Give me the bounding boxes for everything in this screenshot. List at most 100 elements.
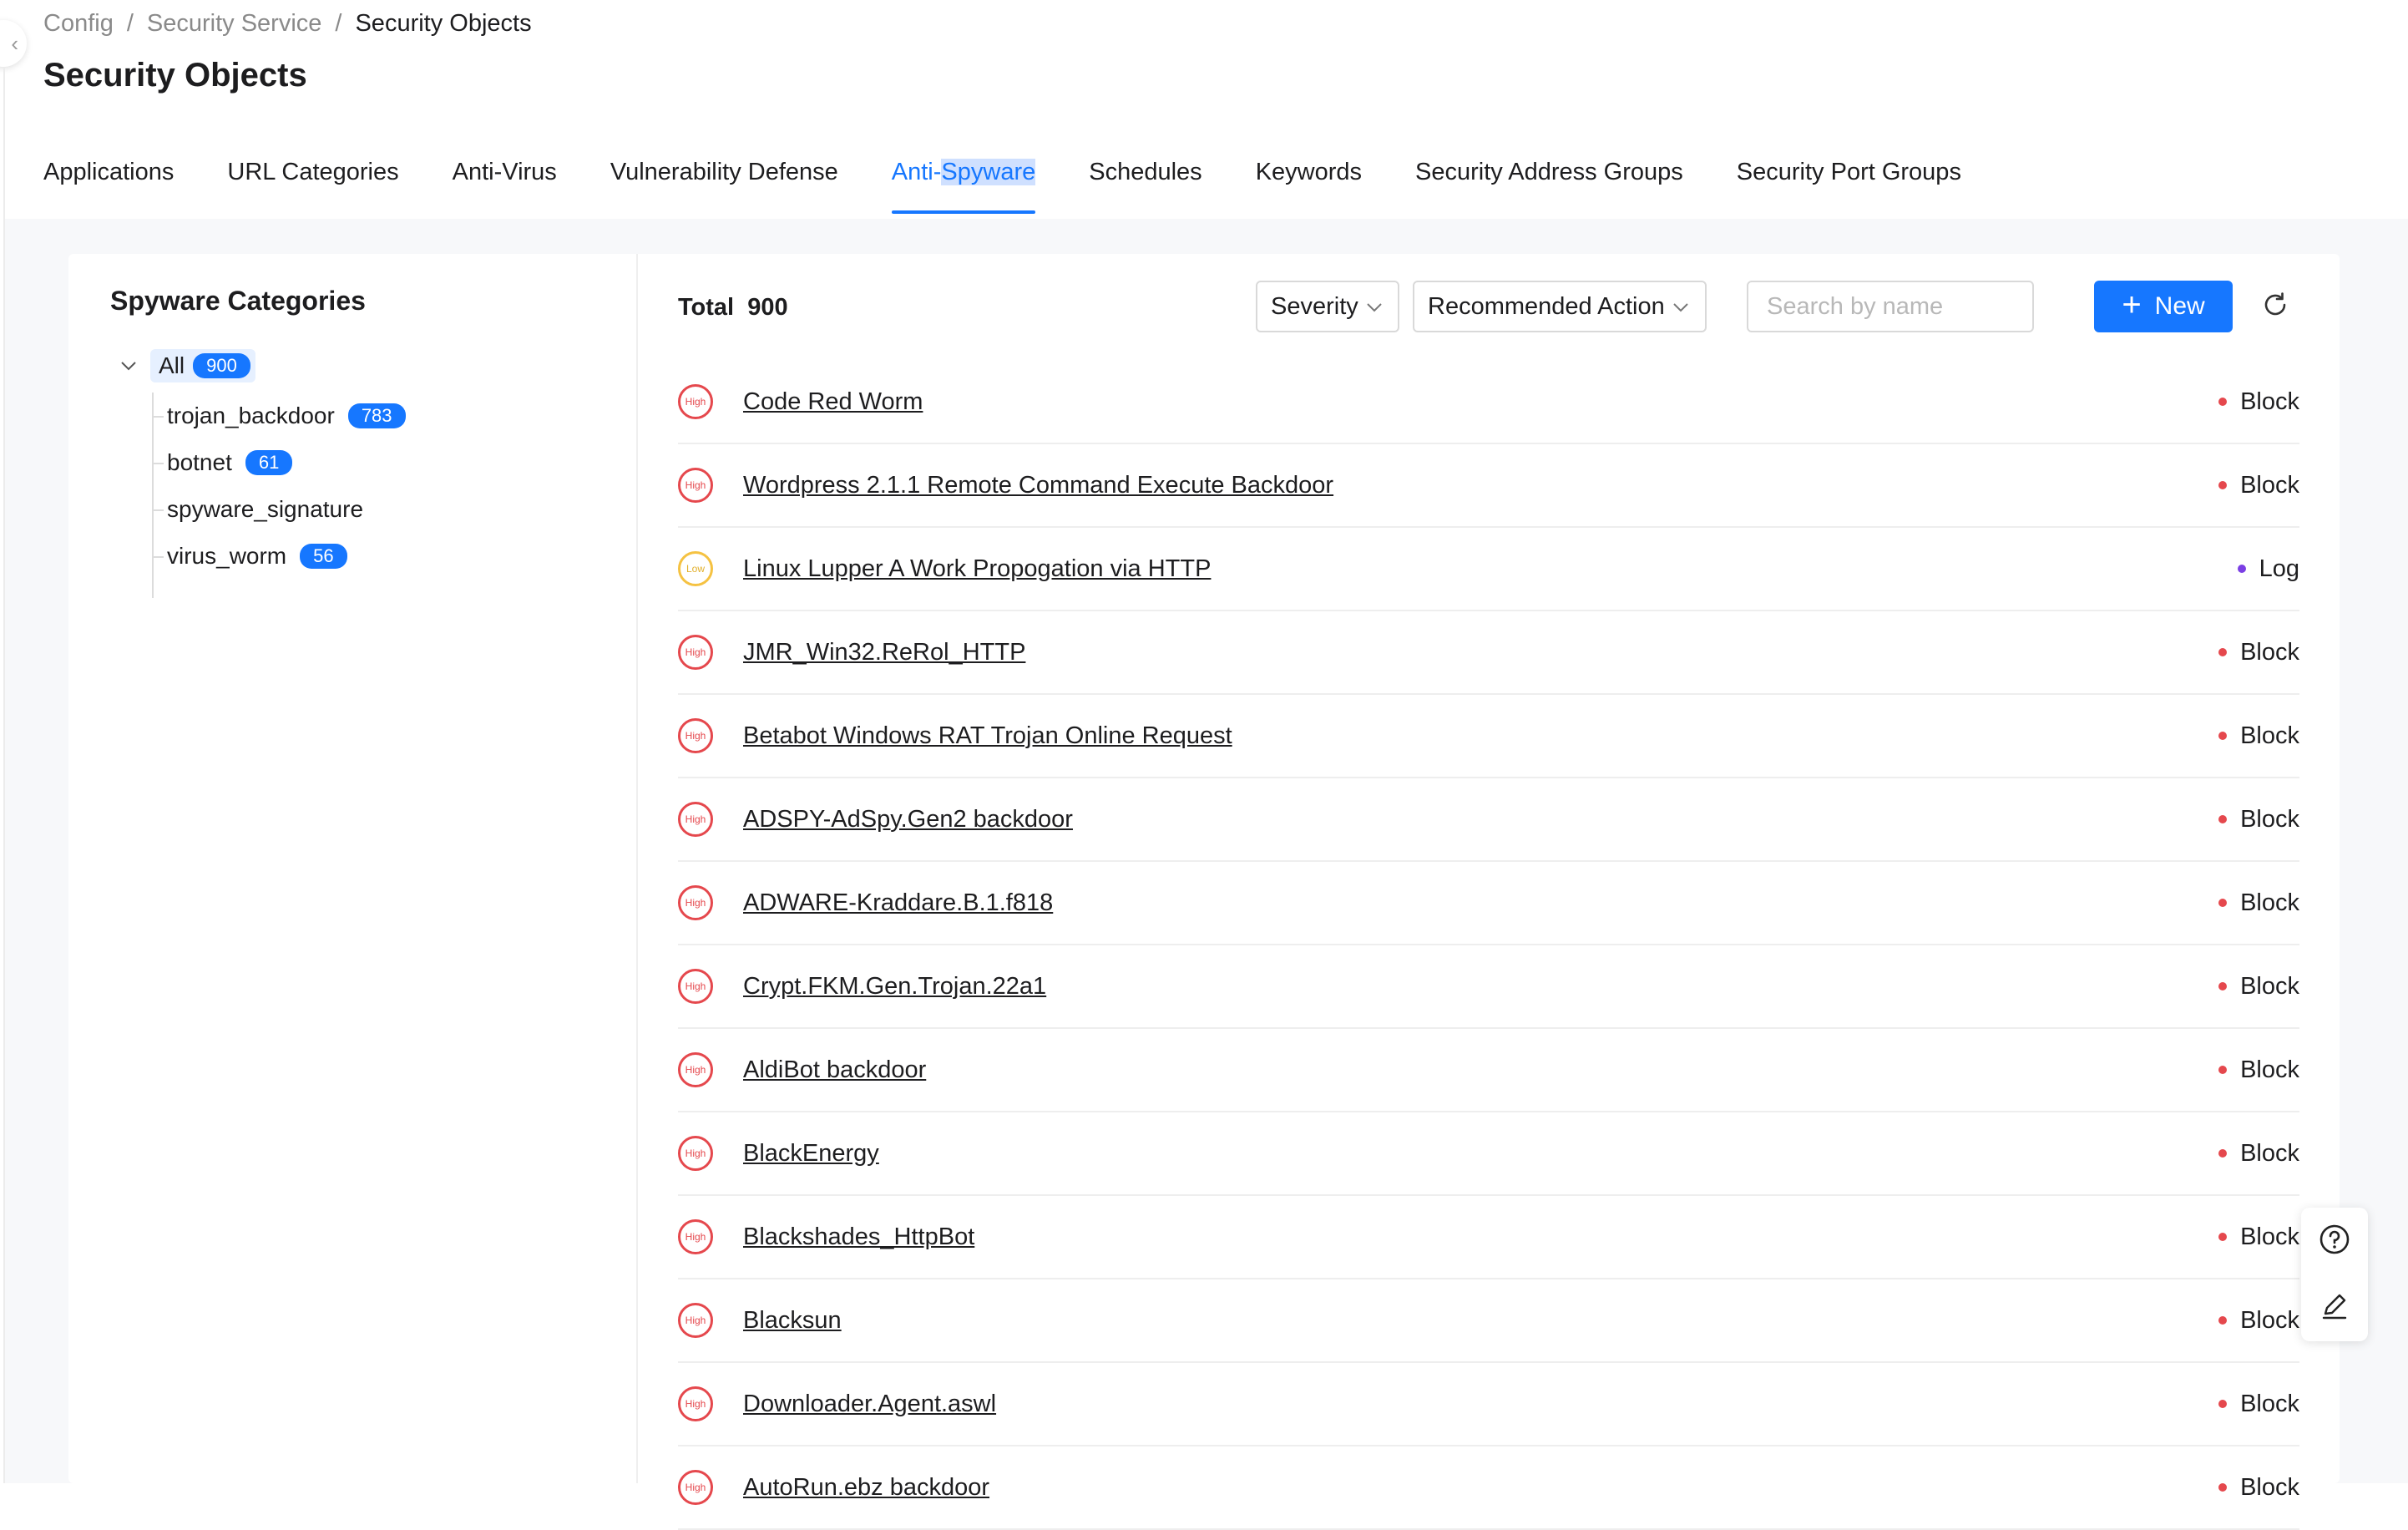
tree-node-botnet[interactable]: botnet 61 bbox=[152, 439, 406, 486]
severity-badge: High bbox=[678, 468, 713, 503]
tree-node-virus-worm[interactable]: virus_worm 56 bbox=[152, 533, 406, 580]
action-label: Block bbox=[2240, 889, 2299, 916]
severity-badge: High bbox=[678, 384, 713, 419]
tab-security-address-groups[interactable]: Security Address Groups bbox=[1415, 159, 1683, 214]
list-item: High Wordpress 2.1.1 Remote Command Execu… bbox=[678, 444, 2299, 528]
refresh-button[interactable] bbox=[2254, 286, 2296, 327]
severity-badge: High bbox=[678, 1303, 713, 1338]
count-badge: 61 bbox=[245, 450, 293, 475]
severity-badge: High bbox=[678, 1386, 713, 1421]
action-label: Block bbox=[2240, 972, 2299, 1000]
signature-name-link[interactable]: ADWARE-Kraddare.B.1.f818 bbox=[743, 889, 1053, 917]
list-item: High Code Red Worm Block bbox=[678, 361, 2299, 444]
action-label: Block bbox=[2240, 471, 2299, 499]
action-label: Block bbox=[2240, 1390, 2299, 1417]
signature-name-link[interactable]: Linux Lupper A Work Propogation via HTTP bbox=[743, 555, 1211, 583]
status-dot bbox=[2218, 1066, 2228, 1074]
action-filter-label: Recommended Action bbox=[1428, 292, 1665, 320]
refresh-icon bbox=[2261, 291, 2289, 323]
panel-divider bbox=[636, 254, 638, 1483]
status-dot bbox=[2218, 648, 2228, 656]
signature-name-link[interactable]: Crypt.FKM.Gen.Trojan.22a1 bbox=[743, 973, 1046, 1001]
recommended-action: Block bbox=[2218, 806, 2299, 833]
severity-badge: High bbox=[678, 802, 713, 837]
tab-keywords[interactable]: Keywords bbox=[1256, 159, 1362, 214]
signature-name-link[interactable]: Betabot Windows RAT Trojan Online Reques… bbox=[743, 722, 1232, 750]
list-item: High Crypt.FKM.Gen.Trojan.22a1 Block bbox=[678, 945, 2299, 1029]
action-label: Log bbox=[2259, 555, 2299, 582]
new-button-label: New bbox=[2154, 292, 2205, 320]
severity-badge: High bbox=[678, 635, 713, 670]
signature-name-link[interactable]: JMR_Win32.ReRol_HTTP bbox=[743, 639, 1025, 666]
tab-security-port-groups[interactable]: Security Port Groups bbox=[1737, 159, 1961, 214]
search-box bbox=[1747, 281, 2124, 332]
status-dot bbox=[2218, 1316, 2228, 1325]
breadcrumb-item[interactable]: Config bbox=[43, 10, 114, 38]
signature-name-link[interactable]: Downloader.Agent.aswl bbox=[743, 1391, 996, 1418]
total-label: Total bbox=[678, 294, 735, 321]
recommended-action: Block bbox=[2218, 388, 2299, 416]
floating-toolbar bbox=[2301, 1208, 2368, 1341]
action-label: Block bbox=[2240, 1473, 2299, 1501]
breadcrumb-separator: / bbox=[335, 10, 342, 37]
tree-node-all-label[interactable]: All 900 bbox=[150, 349, 255, 382]
list-item: High Betabot Windows RAT Trojan Online Re… bbox=[678, 695, 2299, 778]
help-icon[interactable] bbox=[2319, 1223, 2350, 1259]
edit-icon[interactable] bbox=[2319, 1290, 2350, 1326]
status-dot bbox=[2218, 899, 2228, 907]
recommended-action: Log bbox=[2237, 555, 2299, 583]
tab-label-selected-text: Spyware bbox=[941, 159, 1036, 185]
sidebar-collapse-button[interactable]: ‹ bbox=[0, 20, 27, 67]
signature-name-link[interactable]: Wordpress 2.1.1 Remote Command Execute B… bbox=[743, 472, 1333, 499]
list-item: Low Linux Lupper A Work Propogation via H… bbox=[678, 528, 2299, 611]
tree-node-spyware-signature[interactable]: spyware_signature bbox=[152, 486, 406, 533]
recommended-action: Block bbox=[2218, 1391, 2299, 1418]
tab-url-categories[interactable]: URL Categories bbox=[227, 159, 398, 214]
total-value: 900 bbox=[747, 294, 788, 321]
list-item: High BlackEnergy Block bbox=[678, 1112, 2299, 1196]
search-input[interactable] bbox=[1748, 282, 2100, 331]
recommended-action: Block bbox=[2218, 639, 2299, 666]
status-dot bbox=[2218, 1400, 2228, 1408]
signature-name-link[interactable]: Blacksun bbox=[743, 1307, 842, 1335]
tab-anti-virus[interactable]: Anti-Virus bbox=[453, 159, 557, 214]
status-dot bbox=[2218, 398, 2228, 406]
chevron-down-icon[interactable] bbox=[117, 355, 140, 377]
tab-label-part: Anti- bbox=[891, 159, 942, 185]
tree-node-trojan-backdoor[interactable]: trojan_backdoor 783 bbox=[152, 393, 406, 439]
signature-name-link[interactable]: Code Red Worm bbox=[743, 388, 923, 416]
tree-node-label: botnet bbox=[167, 449, 232, 475]
status-dot bbox=[2218, 1483, 2228, 1492]
action-label: Block bbox=[2240, 805, 2299, 833]
breadcrumb-current: Security Objects bbox=[355, 10, 532, 37]
tab-anti-spyware[interactable]: Anti-Spyware bbox=[891, 159, 1036, 214]
tab-vulnerability-defense[interactable]: Vulnerability Defense bbox=[610, 159, 838, 214]
tree-children: trojan_backdoor 783 botnet 61 spyware_si… bbox=[152, 393, 406, 598]
severity-badge: Low bbox=[678, 551, 713, 586]
breadcrumb-item[interactable]: Security Service bbox=[147, 10, 322, 38]
severity-badge: High bbox=[678, 885, 713, 920]
signature-name-link[interactable]: BlackEnergy bbox=[743, 1140, 879, 1168]
tree-node-all[interactable]: All 900 bbox=[117, 349, 406, 382]
categories-title: Spyware Categories bbox=[110, 286, 366, 316]
new-button[interactable]: + New bbox=[2094, 281, 2233, 332]
severity-filter[interactable]: Severity bbox=[1256, 281, 1399, 332]
tab-schedules[interactable]: Schedules bbox=[1089, 159, 1201, 214]
status-dot bbox=[2237, 565, 2246, 573]
list-item: High AldiBot backdoor Block bbox=[678, 1029, 2299, 1112]
signature-name-link[interactable]: Blackshades_HttpBot bbox=[743, 1223, 974, 1251]
recommended-action-filter[interactable]: Recommended Action bbox=[1413, 281, 1707, 332]
action-label: Block bbox=[2240, 1223, 2299, 1250]
breadcrumb-separator: / bbox=[126, 10, 134, 37]
severity-badge: High bbox=[678, 969, 713, 1004]
status-dot bbox=[2218, 1233, 2228, 1241]
tree-node-label: All bbox=[159, 352, 185, 378]
signature-name-link[interactable]: ADSPY-AdSpy.Gen2 backdoor bbox=[743, 806, 1073, 833]
list-item: High Downloader.Agent.aswl Block bbox=[678, 1363, 2299, 1446]
recommended-action: Block bbox=[2218, 973, 2299, 1001]
signature-name-link[interactable]: AldiBot backdoor bbox=[743, 1056, 926, 1084]
list-item: High ADSPY-AdSpy.Gen2 backdoor Block bbox=[678, 778, 2299, 862]
tab-applications[interactable]: Applications bbox=[43, 159, 174, 214]
action-label: Block bbox=[2240, 388, 2299, 415]
signature-name-link[interactable]: AutoRun.ebz backdoor bbox=[743, 1474, 989, 1502]
